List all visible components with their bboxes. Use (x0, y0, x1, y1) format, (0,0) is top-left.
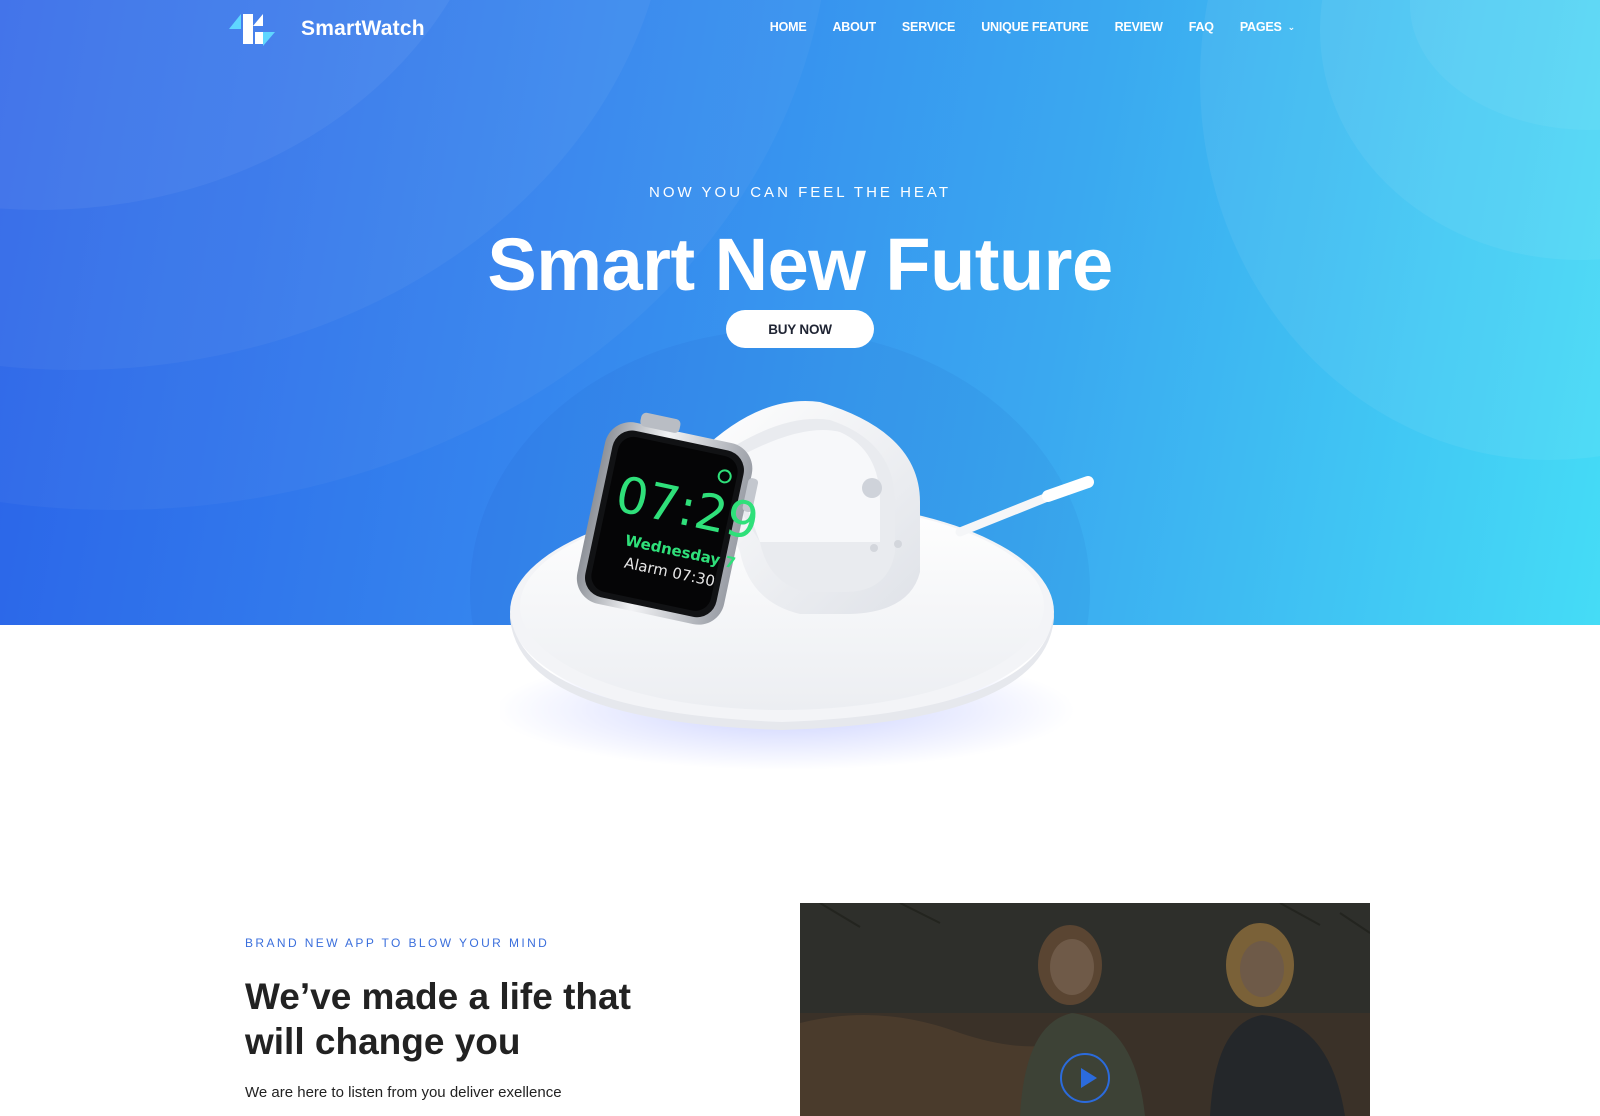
section-title: We’ve made a life that will change you (245, 976, 631, 1062)
smartwatch-product-image: 07:29 Wednesday 7 Alarm 07:30 (500, 401, 1094, 770)
nav-pages[interactable]: PAGES ⌄ (1240, 20, 1295, 34)
nav-home[interactable]: HOME (770, 20, 807, 34)
play-icon[interactable] (1060, 1053, 1110, 1103)
nav-pages-label: PAGES (1239, 20, 1282, 34)
nav-faq[interactable]: FAQ (1189, 20, 1214, 34)
hero-eyebrow: NOW YOU CAN FEEL THE HEAT (649, 184, 951, 201)
nav-review[interactable]: REVIEW (1115, 20, 1163, 34)
section-description: We are here to listen from you deliver e… (245, 1084, 562, 1101)
nav-about[interactable]: ABOUT (832, 20, 876, 34)
nav-service[interactable]: SERVICE (902, 20, 955, 34)
brand-name: SmartWatch (301, 17, 425, 40)
logo-icon (229, 14, 275, 46)
buy-now-button[interactable]: BUY NOW (726, 310, 874, 348)
logo[interactable]: SmartWatch (229, 12, 425, 46)
main-nav: HOME ABOUT SERVICE UNIQUE FEATURE REVIEW… (770, 20, 1295, 34)
video-thumbnail[interactable] (800, 903, 1370, 1116)
section-kicker: BRAND NEW APP TO BLOW YOUR MIND (245, 936, 550, 950)
chevron-down-icon: ⌄ (1287, 21, 1296, 32)
nav-unique-feature[interactable]: UNIQUE FEATURE (981, 20, 1089, 34)
hero-headline: Smart New Future (487, 223, 1113, 306)
